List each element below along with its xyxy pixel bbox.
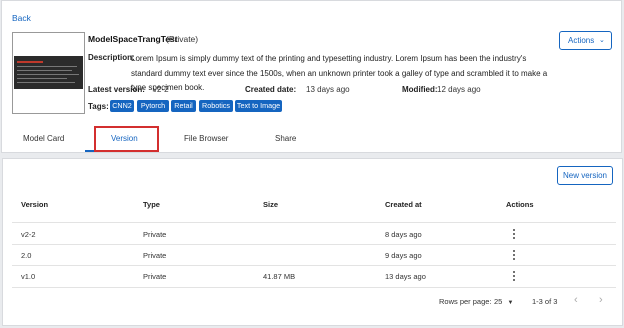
created-date-value: 13 days ago bbox=[306, 85, 350, 94]
cell-size: 41.87 MB bbox=[263, 272, 296, 281]
chevron-left-icon[interactable]: ‹ bbox=[574, 294, 578, 306]
cell-version: 2.0 bbox=[21, 251, 32, 260]
cell-type: Private bbox=[143, 251, 167, 260]
cell-created-at: 9 days ago bbox=[385, 251, 422, 260]
new-version-button[interactable]: New version bbox=[557, 166, 613, 185]
actions-dropdown-button[interactable]: Actions ⌄ bbox=[559, 31, 612, 50]
cell-type: Private bbox=[143, 272, 167, 281]
more-vert-icon[interactable] bbox=[511, 250, 517, 260]
tags-label: Tags: bbox=[88, 102, 109, 111]
tab-share[interactable]: Share bbox=[275, 134, 296, 143]
tab-model-card[interactable]: Model Card bbox=[23, 134, 64, 143]
latest-version-value: v2-2 bbox=[153, 85, 169, 94]
model-thumbnail bbox=[12, 32, 85, 114]
column-header-actions: Actions bbox=[506, 200, 534, 209]
description-label: Description: bbox=[88, 53, 135, 62]
model-name: ModelSpaceTrangTest bbox=[88, 34, 178, 44]
created-date-label: Created date: bbox=[245, 85, 297, 94]
cell-version: v1.0 bbox=[21, 272, 36, 281]
chevron-down-icon: ⌄ bbox=[599, 37, 605, 44]
pagination-range: 1-3 of 3 bbox=[532, 297, 558, 306]
cell-created-at: 8 days ago bbox=[385, 230, 422, 239]
column-header-version: Version bbox=[21, 200, 49, 209]
row-divider bbox=[12, 244, 616, 245]
row-divider bbox=[12, 287, 616, 288]
modified-value: 12 days ago bbox=[437, 85, 481, 94]
more-vert-icon[interactable] bbox=[511, 271, 517, 281]
header-divider bbox=[12, 222, 616, 223]
chevron-right-icon[interactable]: › bbox=[599, 294, 603, 306]
column-header-type: Type bbox=[143, 200, 160, 209]
tag-retail[interactable]: Retail bbox=[171, 100, 196, 112]
latest-version-label: Latest version: bbox=[88, 85, 145, 94]
more-vert-icon[interactable] bbox=[511, 229, 517, 239]
version-tab-highlight-box bbox=[94, 126, 159, 152]
tag-cnn2[interactable]: CNN2 bbox=[110, 100, 134, 112]
rows-per-page-value: 25 bbox=[494, 297, 503, 306]
modified-label: Modified: bbox=[402, 85, 438, 94]
tag-robotics[interactable]: Robotics bbox=[199, 100, 233, 112]
rows-per-page-select[interactable]: 25 ▼ bbox=[494, 297, 513, 306]
row-divider bbox=[12, 265, 616, 266]
caret-down-icon: ▼ bbox=[507, 300, 514, 306]
thumbnail-preview bbox=[14, 56, 83, 89]
column-header-size: Size bbox=[263, 200, 279, 209]
rows-per-page-label: Rows per page: bbox=[439, 297, 492, 306]
cell-type: Private bbox=[143, 230, 167, 239]
back-link[interactable]: Back bbox=[12, 13, 31, 23]
tag-pytorch[interactable]: Pytorch bbox=[137, 100, 169, 112]
versions-card bbox=[2, 158, 623, 326]
tag-text-to-image[interactable]: Text to Image bbox=[235, 100, 282, 112]
actions-label: Actions bbox=[568, 36, 595, 45]
cell-version: v2-2 bbox=[21, 230, 36, 239]
model-visibility: (Private) bbox=[166, 34, 199, 44]
tab-file-browser[interactable]: File Browser bbox=[184, 134, 228, 143]
column-header-created-at: Created at bbox=[385, 200, 422, 209]
cell-created-at: 13 days ago bbox=[385, 272, 426, 281]
